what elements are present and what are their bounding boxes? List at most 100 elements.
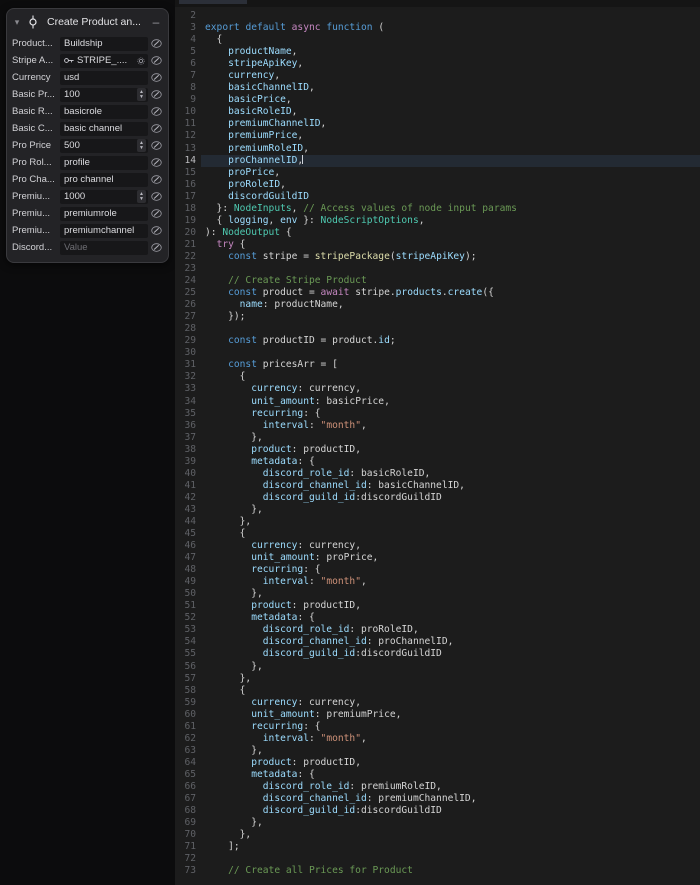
tab-node-logic[interactable]: Node Logic — [179, 0, 247, 4]
code-line[interactable]: { logging, env }: NodeScriptOptions, — [205, 215, 700, 227]
code-line[interactable]: // Create all Prices for Product — [205, 865, 700, 877]
code-line[interactable]: proPrice, — [205, 167, 700, 179]
code-line[interactable]: currency: currency, — [205, 697, 700, 709]
code-line[interactable]: name: productName, — [205, 299, 700, 311]
edit-pencil-icon[interactable] — [150, 225, 163, 236]
edit-pencil-icon[interactable] — [150, 174, 163, 185]
code-editor[interactable]: 2345678910111213141516171819202122232425… — [175, 7, 700, 885]
code-line[interactable]: stripeApiKey, — [205, 58, 700, 70]
code-line[interactable]: { — [205, 34, 700, 46]
code-line[interactable]: }, — [205, 588, 700, 600]
code-line[interactable]: interval: "month", — [205, 733, 700, 745]
code-line[interactable]: premiumChannelID, — [205, 118, 700, 130]
collapse-caret-icon[interactable]: ▾ — [13, 18, 21, 27]
edit-pencil-icon[interactable] — [150, 72, 163, 83]
stepper-down-icon[interactable]: ▼ — [139, 146, 144, 151]
param-input-2[interactable]: usd — [60, 71, 148, 85]
param-input-6[interactable]: 500▲▼ — [60, 139, 148, 153]
edit-pencil-icon[interactable] — [150, 191, 163, 202]
code-line[interactable]: discord_channel_id: proChannelID, — [205, 636, 700, 648]
code-line[interactable]: discord_channel_id: premiumChannelID, — [205, 793, 700, 805]
code-line[interactable]: proChannelID, — [201, 155, 700, 167]
param-input-1[interactable]: STRIPE_.... — [60, 54, 148, 68]
param-input-4[interactable]: basicrole — [60, 105, 148, 119]
code-line[interactable]: const product = await stripe.products.cr… — [205, 287, 700, 299]
code-line[interactable]: currency: currency, — [205, 540, 700, 552]
code-line[interactable]: try { — [205, 239, 700, 251]
code-line[interactable]: ]; — [205, 841, 700, 853]
code-line[interactable]: product: productID, — [205, 600, 700, 612]
code-line[interactable] — [205, 10, 700, 22]
stepper-down-icon[interactable]: ▼ — [139, 95, 144, 100]
code-line[interactable]: discord_role_id: premiumRoleID, — [205, 781, 700, 793]
code-line[interactable]: recurring: { — [205, 408, 700, 420]
code-line[interactable]: discordGuildID — [205, 191, 700, 203]
code-line[interactable]: metadata: { — [205, 456, 700, 468]
param-input-12[interactable]: Value — [60, 241, 148, 255]
code-line[interactable] — [205, 853, 700, 865]
code-line[interactable]: discord_channel_id: basicChannelID, — [205, 480, 700, 492]
tab-inputs[interactable]: Inputs — [249, 0, 294, 4]
number-stepper[interactable]: ▲▼ — [137, 190, 146, 203]
code-line[interactable]: const productID = product.id; — [205, 335, 700, 347]
code-line[interactable]: currency: currency, — [205, 383, 700, 395]
code-line[interactable]: export default async function ( — [205, 22, 700, 34]
code-line[interactable] — [205, 347, 700, 359]
code-line[interactable]: }); — [205, 311, 700, 323]
code-line[interactable]: recurring: { — [205, 721, 700, 733]
code-line[interactable]: interval: "month", — [205, 576, 700, 588]
code-line[interactable]: }, — [205, 829, 700, 841]
edit-pencil-icon[interactable] — [150, 123, 163, 134]
minimize-button[interactable]: – — [150, 16, 162, 28]
node-panel[interactable]: ▾ Create Product an... – Product...Build… — [6, 8, 169, 263]
code-line[interactable]: premiumRoleID, — [205, 143, 700, 155]
code-line[interactable]: unit_amount: proPrice, — [205, 552, 700, 564]
code-line[interactable]: discord_guild_id:discordGuildID — [205, 492, 700, 504]
edit-pencil-icon[interactable] — [150, 157, 163, 168]
code-line[interactable]: const pricesArr = [ — [205, 359, 700, 371]
param-input-7[interactable]: profile — [60, 156, 148, 170]
gear-icon[interactable] — [136, 57, 146, 65]
code-line[interactable]: }, — [205, 504, 700, 516]
code-line[interactable]: metadata: { — [205, 612, 700, 624]
code-line[interactable]: }, — [205, 745, 700, 757]
edit-pencil-icon[interactable] — [150, 140, 163, 151]
param-input-8[interactable]: pro channel — [60, 173, 148, 187]
code-line[interactable]: }, — [205, 432, 700, 444]
code-line[interactable]: metadata: { — [205, 769, 700, 781]
tab-info[interactable]: Info — [344, 0, 377, 4]
code-line[interactable]: // Create Stripe Product — [205, 275, 700, 287]
code-line[interactable]: }, — [205, 817, 700, 829]
param-input-10[interactable]: premiumrole — [60, 207, 148, 221]
code-line[interactable]: }: NodeInputs, // Access values of node … — [205, 203, 700, 215]
code-line[interactable] — [205, 263, 700, 275]
code-line[interactable]: { — [205, 528, 700, 540]
edit-pencil-icon[interactable] — [150, 208, 163, 219]
code-line[interactable]: unit_amount: basicPrice, — [205, 396, 700, 408]
code-line[interactable]: product: productID, — [205, 444, 700, 456]
code-line[interactable]: discord_role_id: proRoleID, — [205, 624, 700, 636]
code-line[interactable] — [205, 323, 700, 335]
param-input-3[interactable]: 100▲▼ — [60, 88, 148, 102]
code-line[interactable]: recurring: { — [205, 564, 700, 576]
code-line[interactable]: premiumPrice, — [205, 130, 700, 142]
edit-pencil-icon[interactable] — [150, 55, 163, 66]
edit-pencil-icon[interactable] — [150, 89, 163, 100]
code-line[interactable]: }, — [205, 516, 700, 528]
code-line[interactable]: discord_role_id: basicRoleID, — [205, 468, 700, 480]
code-line[interactable]: proRoleID, — [205, 179, 700, 191]
param-input-11[interactable]: premiumchannel — [60, 224, 148, 238]
edit-pencil-icon[interactable] — [150, 106, 163, 117]
param-input-0[interactable]: Buildship — [60, 37, 148, 51]
number-stepper[interactable]: ▲▼ — [137, 139, 146, 152]
code-line[interactable]: ): NodeOutput { — [205, 227, 700, 239]
param-input-9[interactable]: 1000▲▼ — [60, 190, 148, 204]
param-input-5[interactable]: basic channel — [60, 122, 148, 136]
code-line[interactable]: const stripe = stripePackage(stripeApiKe… — [205, 251, 700, 263]
code-line[interactable]: currency, — [205, 70, 700, 82]
code-line[interactable]: basicChannelID, — [205, 82, 700, 94]
code-line[interactable]: }, — [205, 673, 700, 685]
code-line[interactable]: productName, — [205, 46, 700, 58]
edit-pencil-icon[interactable] — [150, 242, 163, 253]
code-line[interactable]: basicRoleID, — [205, 106, 700, 118]
